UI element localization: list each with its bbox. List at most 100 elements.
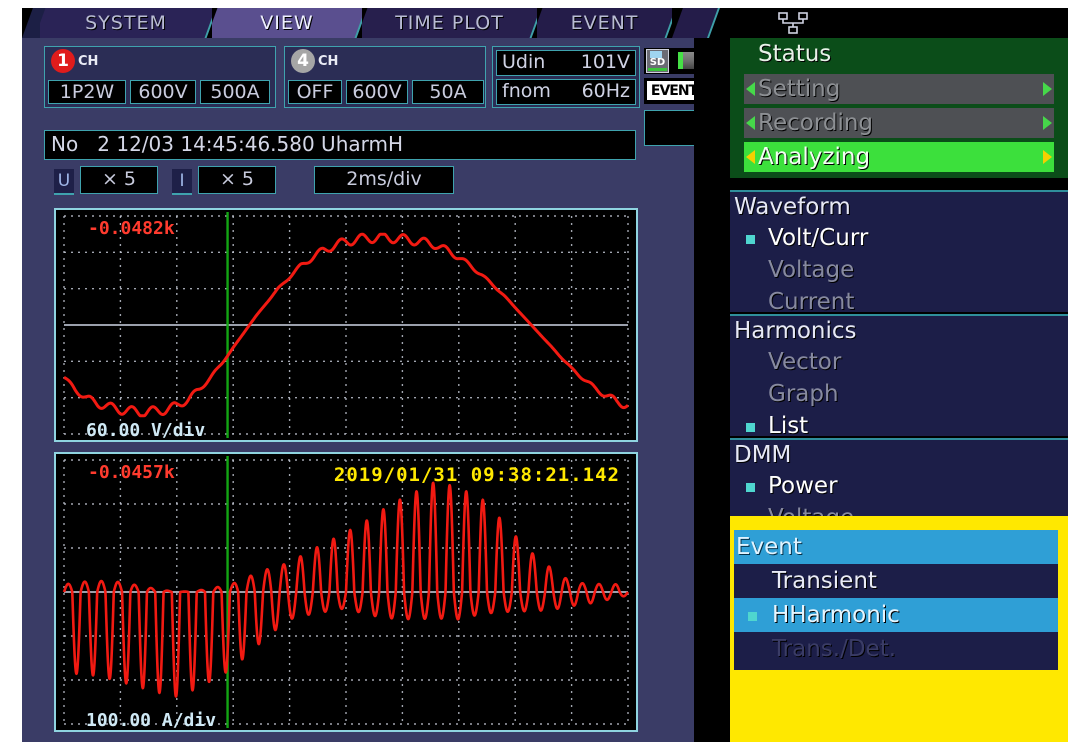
channel-1-block[interactable]: 1 CH 1P2W 600V 500A bbox=[44, 46, 276, 108]
channel-1-number: 1 bbox=[51, 49, 75, 73]
event-menu-item-trans-det[interactable]: Trans./Det. bbox=[734, 632, 1058, 666]
voltage-peak-label: -0.0482k bbox=[88, 218, 175, 239]
current-scale-value[interactable]: × 5 bbox=[198, 166, 276, 194]
udin-label: Udin bbox=[502, 51, 546, 73]
tab-time-plot-label: TIME PLOT bbox=[395, 12, 504, 34]
event-menu-header: Event bbox=[734, 530, 1058, 564]
fnom-row[interactable]: fnom 60Hz bbox=[496, 79, 636, 105]
fnom-value: 60Hz bbox=[581, 80, 630, 102]
event-menu-panel: Event Transient HHarmonic Trans./Det. bbox=[734, 530, 1058, 670]
channel-1-wiring[interactable]: 1P2W bbox=[48, 80, 126, 104]
tab-time-plot[interactable]: TIME PLOT bbox=[362, 8, 537, 38]
tab-view-label: VIEW bbox=[260, 12, 314, 34]
menu-group-waveform-title: Waveform bbox=[734, 194, 851, 220]
current-waveform-svg bbox=[62, 456, 630, 728]
fnom-label: fnom bbox=[502, 80, 551, 102]
event-menu-item-transient-label: Transient bbox=[772, 568, 877, 594]
channel-4-settings-row: OFF 600V 50A bbox=[288, 80, 484, 104]
top-tab-bar: SYSTEM VIEW TIME PLOT EVENT bbox=[22, 8, 1068, 38]
current-chart-plot-area bbox=[56, 454, 636, 730]
status-item-recording-label: Recording bbox=[758, 110, 874, 136]
status-setting-left-arrow-icon bbox=[746, 82, 755, 96]
network-icon bbox=[778, 12, 808, 34]
udin-value: 101V bbox=[580, 51, 630, 73]
voltage-waveform-chart[interactable]: -0.0482k 60.00 V/div bbox=[54, 208, 638, 442]
channel-1-voltage-range[interactable]: 600V bbox=[130, 80, 196, 104]
channel-4-number: 4 bbox=[291, 49, 315, 73]
voltage-waveform-svg bbox=[62, 212, 630, 438]
right-sidebar: Status Setting Recording Analyzing Wavef… bbox=[694, 38, 1068, 742]
current-timestamp-label: 2019/01/31 09:38:21.142 bbox=[333, 464, 620, 486]
channel-4-wiring[interactable]: OFF bbox=[288, 80, 342, 104]
current-unit-label: 100.00 A/div bbox=[86, 710, 217, 731]
channel-4-block[interactable]: 4 CH OFF 600V 50A bbox=[284, 46, 486, 108]
menu-item-harmonics-vector[interactable]: Vector bbox=[730, 346, 1068, 378]
menu-item-waveform-voltage-label: Voltage bbox=[768, 257, 855, 283]
channel-1-unit-label: CH bbox=[78, 53, 99, 69]
status-item-analyzing[interactable]: Analyzing bbox=[744, 142, 1054, 172]
selected-bullet-icon bbox=[746, 483, 755, 492]
status-panel: Status Setting Recording Analyzing bbox=[730, 38, 1068, 178]
voltage-scale-icon: U bbox=[54, 169, 74, 195]
menu-item-dmm-power[interactable]: Power bbox=[730, 470, 1068, 502]
current-scale-icon: I bbox=[172, 169, 192, 195]
time-scale-value[interactable]: 2ms/div bbox=[314, 166, 454, 194]
status-analyzing-left-arrow-icon bbox=[746, 150, 755, 164]
channel-4-voltage-range[interactable]: 600V bbox=[346, 80, 408, 104]
status-item-setting-label: Setting bbox=[758, 76, 841, 102]
tab-system[interactable]: SYSTEM bbox=[40, 8, 212, 38]
tab-bar-right-edge bbox=[672, 8, 720, 38]
status-recording-right-arrow-icon bbox=[1043, 116, 1052, 130]
main-panel: 1 CH 1P2W 600V 500A 4 CH OFF 600V 50A Ud… bbox=[22, 38, 934, 742]
menu-item-harmonics-vector-label: Vector bbox=[768, 349, 842, 375]
event-info-bar: No 2 12/03 14:45:46.580 UharmH bbox=[44, 130, 636, 160]
menu-group-harmonics: Harmonics Vector Graph List bbox=[730, 314, 1068, 439]
menu-group-waveform: Waveform Volt/Curr Voltage Current bbox=[730, 190, 1068, 315]
status-item-analyzing-label: Analyzing bbox=[758, 144, 871, 170]
voltage-unit-label: 60.00 V/div bbox=[86, 420, 206, 441]
event-menu-item-trans-det-label: Trans./Det. bbox=[772, 636, 897, 662]
selected-bullet-icon bbox=[746, 235, 755, 244]
channel-1-settings-row: 1P2W 600V 500A bbox=[48, 80, 270, 104]
status-analyzing-right-arrow-icon bbox=[1043, 150, 1052, 164]
current-waveform-chart[interactable]: -0.0457k 2019/01/31 09:38:21.142 100.00 … bbox=[54, 452, 638, 732]
menu-item-waveform-current-label: Current bbox=[768, 289, 855, 315]
nominal-settings-block: Udin 101V fnom 60Hz bbox=[492, 46, 640, 108]
menu-item-harmonics-graph-label: Graph bbox=[768, 381, 839, 407]
tab-view[interactable]: VIEW bbox=[212, 8, 362, 38]
channel-4-unit-label: CH bbox=[318, 53, 339, 69]
menu-item-volt-curr[interactable]: Volt/Curr bbox=[730, 222, 1068, 254]
channel-4-badge: 4 CH bbox=[291, 49, 338, 73]
tab-event[interactable]: EVENT bbox=[537, 8, 672, 38]
event-menu-item-hharmonic[interactable]: HHarmonic bbox=[734, 598, 1058, 632]
event-menu-highlight: Event Transient HHarmonic Trans./Det. bbox=[730, 516, 1068, 742]
udin-row[interactable]: Udin 101V bbox=[496, 50, 636, 76]
channel-1-badge: 1 CH bbox=[51, 49, 98, 73]
device-screen: SYSTEM VIEW TIME PLOT EVENT 1 CH 1P2W 60… bbox=[22, 8, 1068, 742]
channel-4-current-range[interactable]: 50A bbox=[412, 80, 484, 104]
channel-1-current-range[interactable]: 500A bbox=[200, 80, 270, 104]
status-panel-title: Status bbox=[758, 41, 832, 67]
voltage-scale-value[interactable]: × 5 bbox=[80, 166, 158, 194]
scale-settings-row: U × 5 I × 5 2ms/div bbox=[44, 166, 636, 198]
status-recording-left-arrow-icon bbox=[746, 116, 755, 130]
sd-card-icon: SD bbox=[646, 49, 669, 73]
sd-progress-fill bbox=[678, 52, 683, 69]
event-menu-item-transient[interactable]: Transient bbox=[734, 564, 1058, 598]
menu-item-waveform-voltage[interactable]: Voltage bbox=[730, 254, 1068, 286]
event-menu-item-hharmonic-label: HHarmonic bbox=[772, 602, 900, 628]
menu-group-harmonics-title: Harmonics bbox=[734, 318, 857, 344]
tab-system-label: SYSTEM bbox=[85, 12, 167, 34]
voltage-chart-plot-area bbox=[56, 210, 636, 440]
menu-group-dmm-title: DMM bbox=[734, 442, 792, 468]
current-peak-label: -0.0457k bbox=[88, 462, 175, 483]
tab-event-label: EVENT bbox=[570, 12, 639, 34]
menu-item-harmonics-list-label: List bbox=[768, 413, 809, 439]
menu-item-harmonics-graph[interactable]: Graph bbox=[730, 378, 1068, 410]
status-item-setting[interactable]: Setting bbox=[744, 74, 1054, 104]
menu-item-dmm-power-label: Power bbox=[768, 473, 838, 499]
status-item-recording[interactable]: Recording bbox=[744, 108, 1054, 138]
status-setting-right-arrow-icon bbox=[1043, 82, 1052, 96]
selected-bullet-icon bbox=[748, 612, 757, 621]
menu-item-volt-curr-label: Volt/Curr bbox=[768, 225, 869, 251]
